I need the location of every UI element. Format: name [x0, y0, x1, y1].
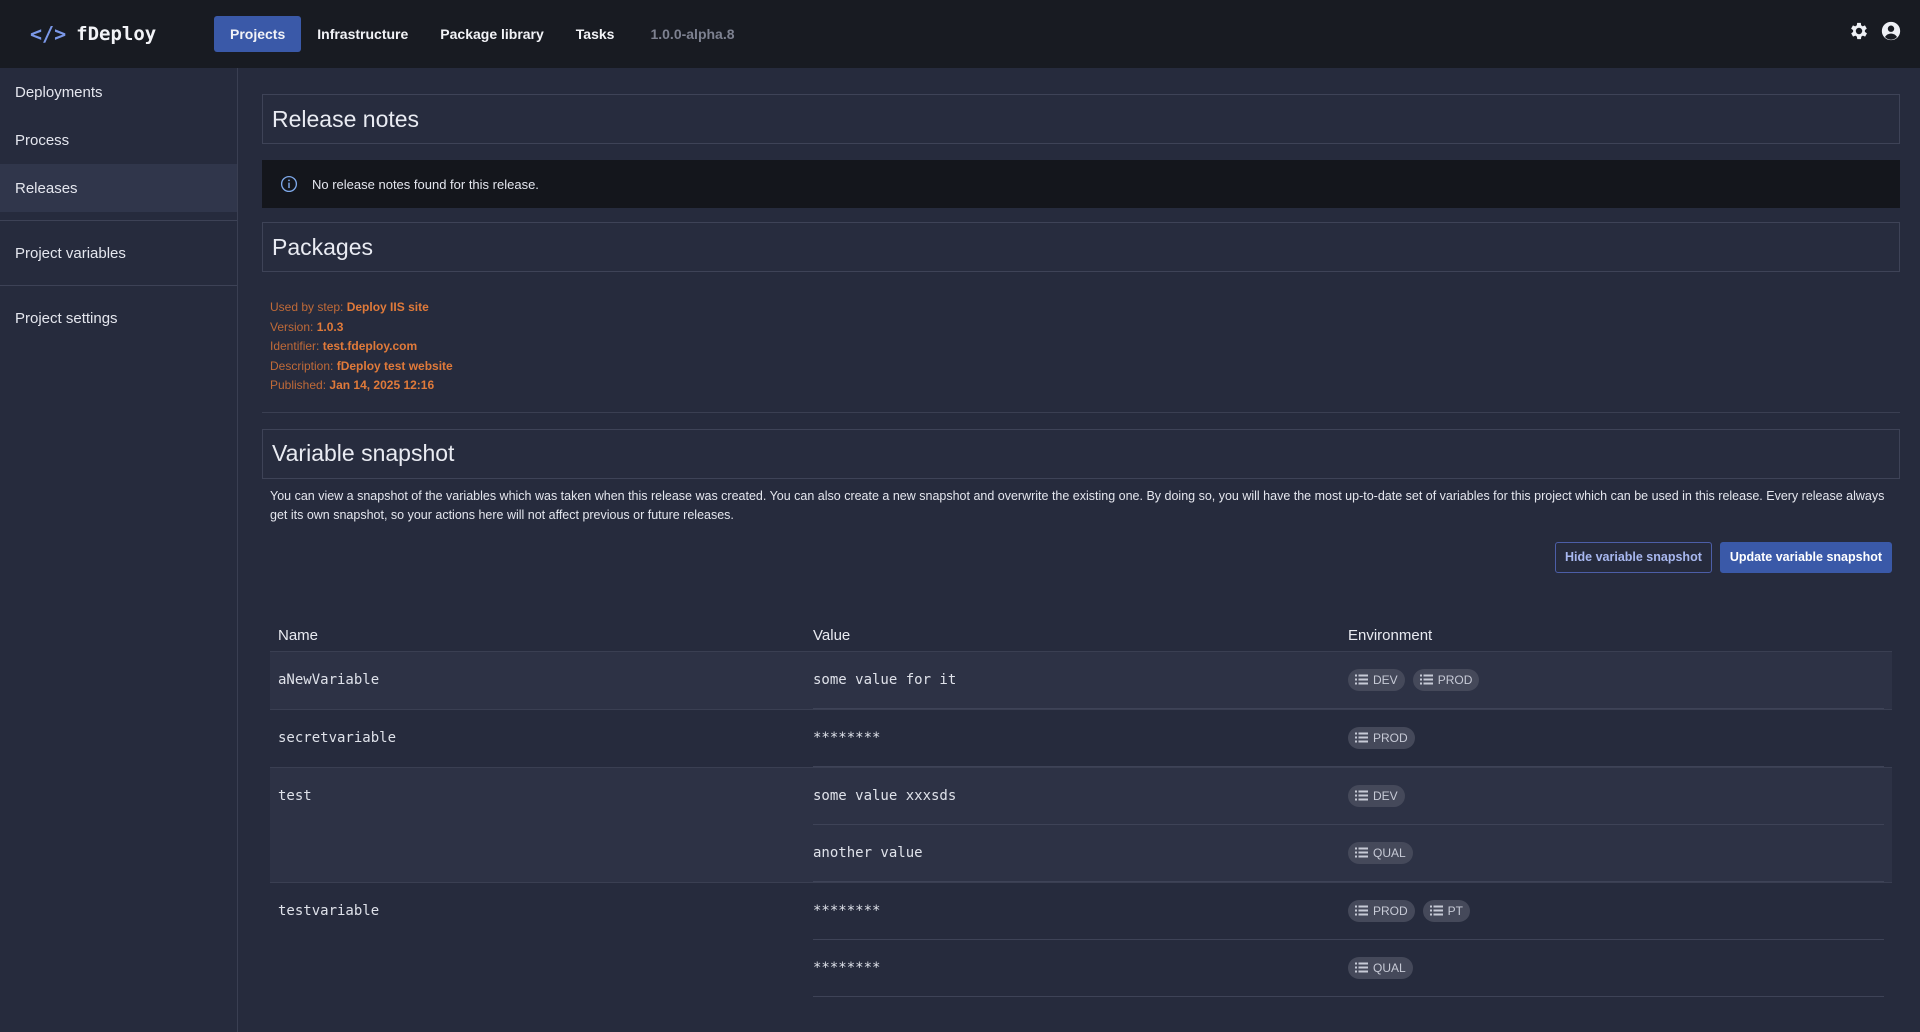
published-label: Published: [270, 378, 327, 392]
description-label: Description: [270, 358, 334, 373]
identifier-value: test.fdeploy.com [322, 339, 418, 353]
environment-chip: PT [1422, 899, 1471, 922]
environment-label: QUAL [1373, 960, 1406, 975]
list-icon [1355, 847, 1368, 858]
variable-name: testvariable [278, 903, 380, 919]
sidebar-item-deployments[interactable]: Deployments [0, 68, 237, 116]
environment-chip: QUAL [1348, 956, 1413, 979]
gear-icon[interactable] [1848, 20, 1870, 42]
environment-chip: DEV [1348, 668, 1405, 691]
environment-chip: PROD [1412, 668, 1480, 691]
environment-chip: PROD [1348, 899, 1415, 922]
main-nav: Projects Infrastructure Package library … [214, 16, 735, 52]
variable-value: ******** [813, 959, 881, 976]
environment-chips: PROD [1348, 726, 1884, 749]
nav-package-library[interactable]: Package library [424, 16, 560, 52]
column-environment: Environment [1348, 627, 1433, 644]
variable-value: another value [813, 844, 923, 861]
variable-value: ******** [813, 902, 881, 919]
nav-infrastructure[interactable]: Infrastructure [301, 16, 424, 52]
list-icon [1355, 732, 1368, 743]
top-bar: </> fDeploy Projects Infrastructure Pack… [0, 0, 1920, 68]
variable-value-row: testvariable ******** PROD PT [278, 883, 1884, 940]
list-icon [1419, 674, 1433, 685]
variable-value-row: another value QUAL [278, 825, 1884, 882]
version-value: 1.0.3 [316, 319, 344, 334]
environment-label: PROD [1373, 903, 1408, 918]
sidebar-item-project-settings[interactable]: Project settings [0, 294, 237, 342]
variable-value-row: aNewVariable some value for it DEV PROD [278, 652, 1884, 709]
table-header: Name Value Environment [270, 621, 1892, 651]
identifier-label: Identifier: [270, 339, 320, 353]
description-value: fDeploy test website [336, 358, 453, 373]
column-name: Name [278, 627, 319, 644]
version-label: 1.0.0-alpha.8 [650, 26, 735, 42]
user-circle-icon[interactable] [1880, 20, 1902, 42]
notice-text: No release notes found for this release. [312, 176, 539, 192]
column-value: Value [813, 627, 851, 644]
list-icon [1355, 674, 1368, 685]
environment-label: QUAL [1373, 845, 1406, 860]
package-info: Used by step: Deploy IIS site Version: 1… [262, 272, 1900, 404]
list-icon [1355, 905, 1368, 916]
sidebar-divider [0, 220, 237, 221]
version-label: Version: [270, 319, 314, 334]
variable-snapshot-title: Variable snapshot [262, 428, 1900, 479]
variable-value-row: test some value xxxsds DEV [278, 768, 1884, 825]
environment-chip: PROD [1348, 726, 1415, 749]
list-icon [1429, 905, 1443, 916]
sidebar-item-releases[interactable]: Releases [0, 164, 237, 212]
sidebar-divider [0, 285, 237, 286]
table-row: secretvariable ******** PROD [270, 708, 1892, 767]
environment-chips: DEV PROD [1348, 668, 1884, 691]
section-divider [262, 411, 1900, 413]
main-content: Release notes No release notes found for… [262, 94, 1900, 997]
variable-value: ******** [813, 729, 881, 746]
environment-label: PROD [1437, 672, 1473, 687]
nav-projects[interactable]: Projects [214, 16, 302, 52]
list-icon [1355, 962, 1368, 973]
variable-value: some value for it [813, 671, 957, 688]
packages-title: Packages [262, 222, 1900, 272]
environment-chips: DEV [1348, 784, 1884, 807]
variable-value-row: ******** QUAL [278, 940, 1884, 997]
environment-label: PROD [1373, 730, 1408, 745]
code-brackets-icon: </> [30, 22, 67, 46]
table-row: test some value xxxsds DEV another value QUA… [270, 766, 1892, 882]
update-snapshot-button[interactable]: Update variable snapshot [1719, 541, 1892, 573]
sidebar: Deployments Process Releases Project var… [0, 68, 238, 1032]
list-icon [1355, 790, 1368, 801]
environment-chip: DEV [1348, 784, 1405, 807]
release-notes-title: Release notes [262, 94, 1900, 144]
published-value: Jan 14, 2025 12:16 [329, 378, 435, 392]
nav-tasks[interactable]: Tasks [560, 16, 631, 52]
used-by-label: Used by step: [270, 300, 344, 314]
environment-chip: QUAL [1348, 841, 1413, 864]
logo-text: fDeploy [76, 23, 157, 45]
snapshot-description: You can view a snapshot of the variables… [270, 488, 1885, 523]
environment-label: DEV [1373, 788, 1398, 803]
info-icon [280, 175, 298, 193]
sidebar-item-process[interactable]: Process [0, 116, 237, 164]
logo[interactable]: </> fDeploy [30, 22, 184, 46]
environment-chips: QUAL [1348, 841, 1884, 864]
release-notes-notice: No release notes found for this release. [262, 160, 1900, 208]
environment-label: DEV [1373, 672, 1398, 687]
sidebar-item-project-variables[interactable]: Project variables [0, 229, 237, 277]
variable-name: aNewVariable [278, 672, 380, 688]
variable-value-row: secretvariable ******** PROD [278, 710, 1884, 767]
variables-table: Name Value Environment aNewVariable some … [270, 621, 1892, 997]
environment-chips: PROD PT [1348, 899, 1884, 922]
variable-value: some value xxxsds [813, 787, 957, 804]
table-row: aNewVariable some value for it DEV PROD [270, 650, 1892, 709]
used-by-value: Deploy IIS site [346, 300, 429, 314]
table-row: testvariable ******** PROD PT ******** QUAL [270, 881, 1892, 997]
environment-chips: QUAL [1348, 956, 1884, 979]
hide-snapshot-button[interactable]: Hide variable snapshot [1555, 541, 1712, 573]
environment-label: PT [1447, 903, 1464, 918]
variable-name: test [278, 788, 312, 804]
variable-name: secretvariable [278, 730, 397, 746]
